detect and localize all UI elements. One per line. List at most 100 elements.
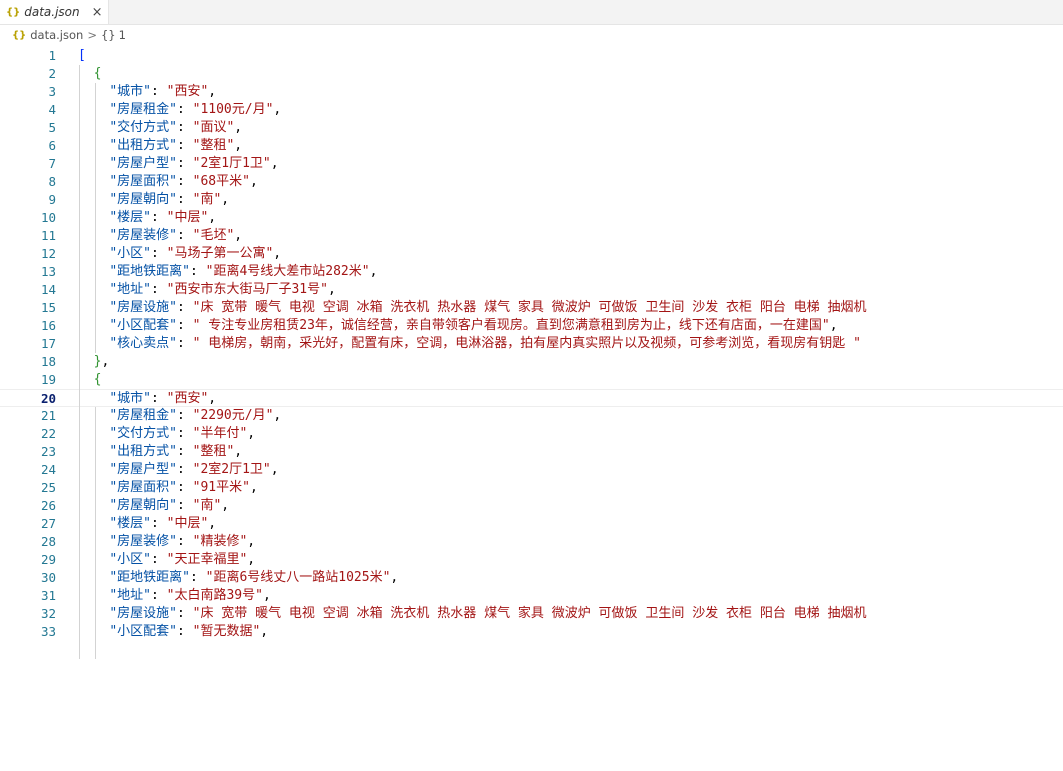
json-string-value: "整租"	[192, 444, 235, 459]
code-line[interactable]: 15 "房屋设施": "床 宽带 暖气 电视 空调 冰箱 洗衣机 热水器 煤气 …	[0, 299, 1063, 317]
line-content: "房屋朝向": "南",	[78, 191, 229, 209]
code-line[interactable]: 23 "出租方式": "整租",	[0, 443, 1063, 461]
json-key: "房屋设施"	[109, 606, 177, 621]
code-line[interactable]: 5 "交付方式": "面议",	[0, 119, 1063, 137]
json-string-value: "1100元/月"	[192, 102, 274, 117]
line-content: "小区": "马场子第一公寓",	[78, 245, 281, 263]
punctuation-token: :	[176, 408, 193, 423]
code-editor[interactable]: 1[2 {3 "城市": "西安", 4 "房屋租金": "1100元/月", 5 …	[0, 47, 1063, 771]
code-line[interactable]: 20 "城市": "西安",	[0, 389, 1063, 407]
code-line[interactable]: 4 "房屋租金": "1100元/月",	[0, 101, 1063, 119]
json-key: "房屋朝向"	[109, 192, 177, 207]
code-line[interactable]: 8 "房屋面积": "68平米",	[0, 173, 1063, 191]
line-number: 10	[40, 210, 56, 225]
json-string-value: "毛坯"	[192, 228, 235, 243]
code-line[interactable]: 12 "小区": "马场子第一公寓",	[0, 245, 1063, 263]
code-line[interactable]: 3 "城市": "西安",	[0, 83, 1063, 101]
code-line[interactable]: 28 "房屋装修": "精装修",	[0, 533, 1063, 551]
code-line[interactable]: 25 "房屋面积": "91平米",	[0, 479, 1063, 497]
code-line[interactable]: 6 "出租方式": "整租",	[0, 137, 1063, 155]
punctuation-token: :	[176, 444, 193, 459]
code-line[interactable]: 33 "小区配套": "暂无数据",	[0, 623, 1063, 641]
code-line[interactable]: 1[	[0, 47, 1063, 65]
punctuation-token: :	[176, 228, 193, 243]
json-string-value: " 电梯房，朝南，采光好，配置有床，空调，电淋浴器，拍有屋内真实照片以及视频，可…	[192, 336, 861, 351]
object-icon: {}	[100, 28, 116, 42]
line-content: [	[78, 47, 86, 65]
close-icon[interactable]: ×	[92, 5, 103, 20]
punctuation-token: ,	[273, 102, 282, 117]
code-line[interactable]: 2 {	[0, 65, 1063, 83]
json-key: "房屋租金"	[109, 102, 177, 117]
json-key: "出租方式"	[109, 138, 177, 153]
json-key: "楼层"	[109, 516, 151, 531]
punctuation-token: ,	[234, 138, 243, 153]
code-line[interactable]: 32 "房屋设施": "床 宽带 暖气 电视 空调 冰箱 洗衣机 热水器 煤气 …	[0, 605, 1063, 623]
code-line[interactable]: 29 "小区": "天正幸福里",	[0, 551, 1063, 569]
punctuation-token: :	[176, 336, 193, 351]
line-number: 27	[40, 516, 56, 531]
json-string-value: "暂无数据"	[192, 624, 261, 639]
punctuation-token: ,	[249, 480, 258, 495]
json-file-icon: {}	[6, 6, 21, 18]
code-line[interactable]: 19 {	[0, 371, 1063, 389]
code-line[interactable]: 17 "核心卖点": " 电梯房，朝南，采光好，配置有床，空调，电淋浴器，拍有屋…	[0, 335, 1063, 353]
line-content: "地址": "西安市东大街马厂子31号",	[78, 281, 336, 299]
line-content: "楼层": "中层",	[78, 209, 216, 227]
breadcrumb-file[interactable]: data.json	[30, 28, 83, 42]
code-line[interactable]: 7 "房屋户型": "2室1厅1卫",	[0, 155, 1063, 173]
punctuation-token: :	[189, 264, 206, 279]
json-string-value: "马场子第一公寓"	[166, 246, 274, 261]
line-content: "小区配套": "暂无数据",	[78, 623, 268, 641]
json-string-value: "南"	[192, 498, 222, 513]
line-content: "交付方式": "半年付",	[78, 425, 255, 443]
bracket-token: [	[78, 48, 86, 63]
json-key: "城市"	[109, 84, 151, 99]
line-content: "城市": "西安",	[78, 390, 216, 408]
code-line[interactable]: 30 "距地铁距离": "距离6号线丈八一路站1025米",	[0, 569, 1063, 587]
code-line[interactable]: 31 "地址": "太白南路39号",	[0, 587, 1063, 605]
json-key: "房屋面积"	[109, 480, 177, 495]
code-line[interactable]: 26 "房屋朝向": "南",	[0, 497, 1063, 515]
punctuation-token: ,	[208, 210, 217, 225]
code-line[interactable]: 22 "交付方式": "半年付",	[0, 425, 1063, 443]
code-line[interactable]: 24 "房屋户型": "2室2厅1卫",	[0, 461, 1063, 479]
json-key: "房屋户型"	[109, 156, 177, 171]
code-line[interactable]: 14 "地址": "西安市东大街马厂子31号",	[0, 281, 1063, 299]
json-string-value: "面议"	[192, 120, 235, 135]
json-string-value: "2室2厅1卫"	[192, 462, 271, 477]
tab-data-json[interactable]: {} data.json ×	[0, 0, 109, 24]
breadcrumb-item[interactable]: 1	[119, 28, 126, 42]
punctuation-token: :	[189, 570, 206, 585]
json-string-value: "68平米"	[192, 174, 250, 189]
json-string-value: "床 宽带 暖气 电视 空调 冰箱 洗衣机 热水器 煤气 家具 微波炉 可做饭 …	[192, 606, 867, 621]
code-line[interactable]: 11 "房屋装修": "毛坯",	[0, 227, 1063, 245]
code-line[interactable]: 16 "小区配套": " 专注专业房租赁23年，诚信经营，亲自带领客户看现房。直…	[0, 317, 1063, 335]
code-line[interactable]: 10 "楼层": "中层",	[0, 209, 1063, 227]
json-string-value: "距离4号线大差市站282米"	[205, 264, 370, 279]
code-line[interactable]: 9 "房屋朝向": "南",	[0, 191, 1063, 209]
json-string-value: "精装修"	[192, 534, 248, 549]
code-line[interactable]: 21 "房屋租金": "2290元/月",	[0, 407, 1063, 425]
punctuation-token: ,	[390, 570, 399, 585]
line-number: 20	[40, 391, 56, 406]
line-number: 14	[40, 282, 56, 297]
punctuation-token: ,	[249, 174, 258, 189]
punctuation-token: :	[176, 174, 193, 189]
line-number: 29	[40, 552, 56, 567]
bracket-token: {	[93, 66, 102, 81]
punctuation-token: ,	[270, 156, 279, 171]
line-content: "房屋设施": "床 宽带 暖气 电视 空调 冰箱 洗衣机 热水器 煤气 家具 …	[78, 299, 866, 317]
punctuation-token: :	[150, 552, 167, 567]
punctuation-token: :	[150, 282, 167, 297]
code-line[interactable]: 18 },	[0, 353, 1063, 371]
punctuation-token: ,	[327, 282, 336, 297]
code-line[interactable]: 13 "距地铁距离": "距离4号线大差市站282米",	[0, 263, 1063, 281]
json-string-value: "2室1厅1卫"	[192, 156, 271, 171]
json-key: "城市"	[109, 391, 151, 406]
code-line[interactable]: 27 "楼层": "中层",	[0, 515, 1063, 533]
json-string-value: "西安"	[166, 391, 209, 406]
json-key: "小区配套"	[109, 624, 177, 639]
punctuation-token: :	[150, 516, 167, 531]
json-key: "房屋朝向"	[109, 498, 177, 513]
